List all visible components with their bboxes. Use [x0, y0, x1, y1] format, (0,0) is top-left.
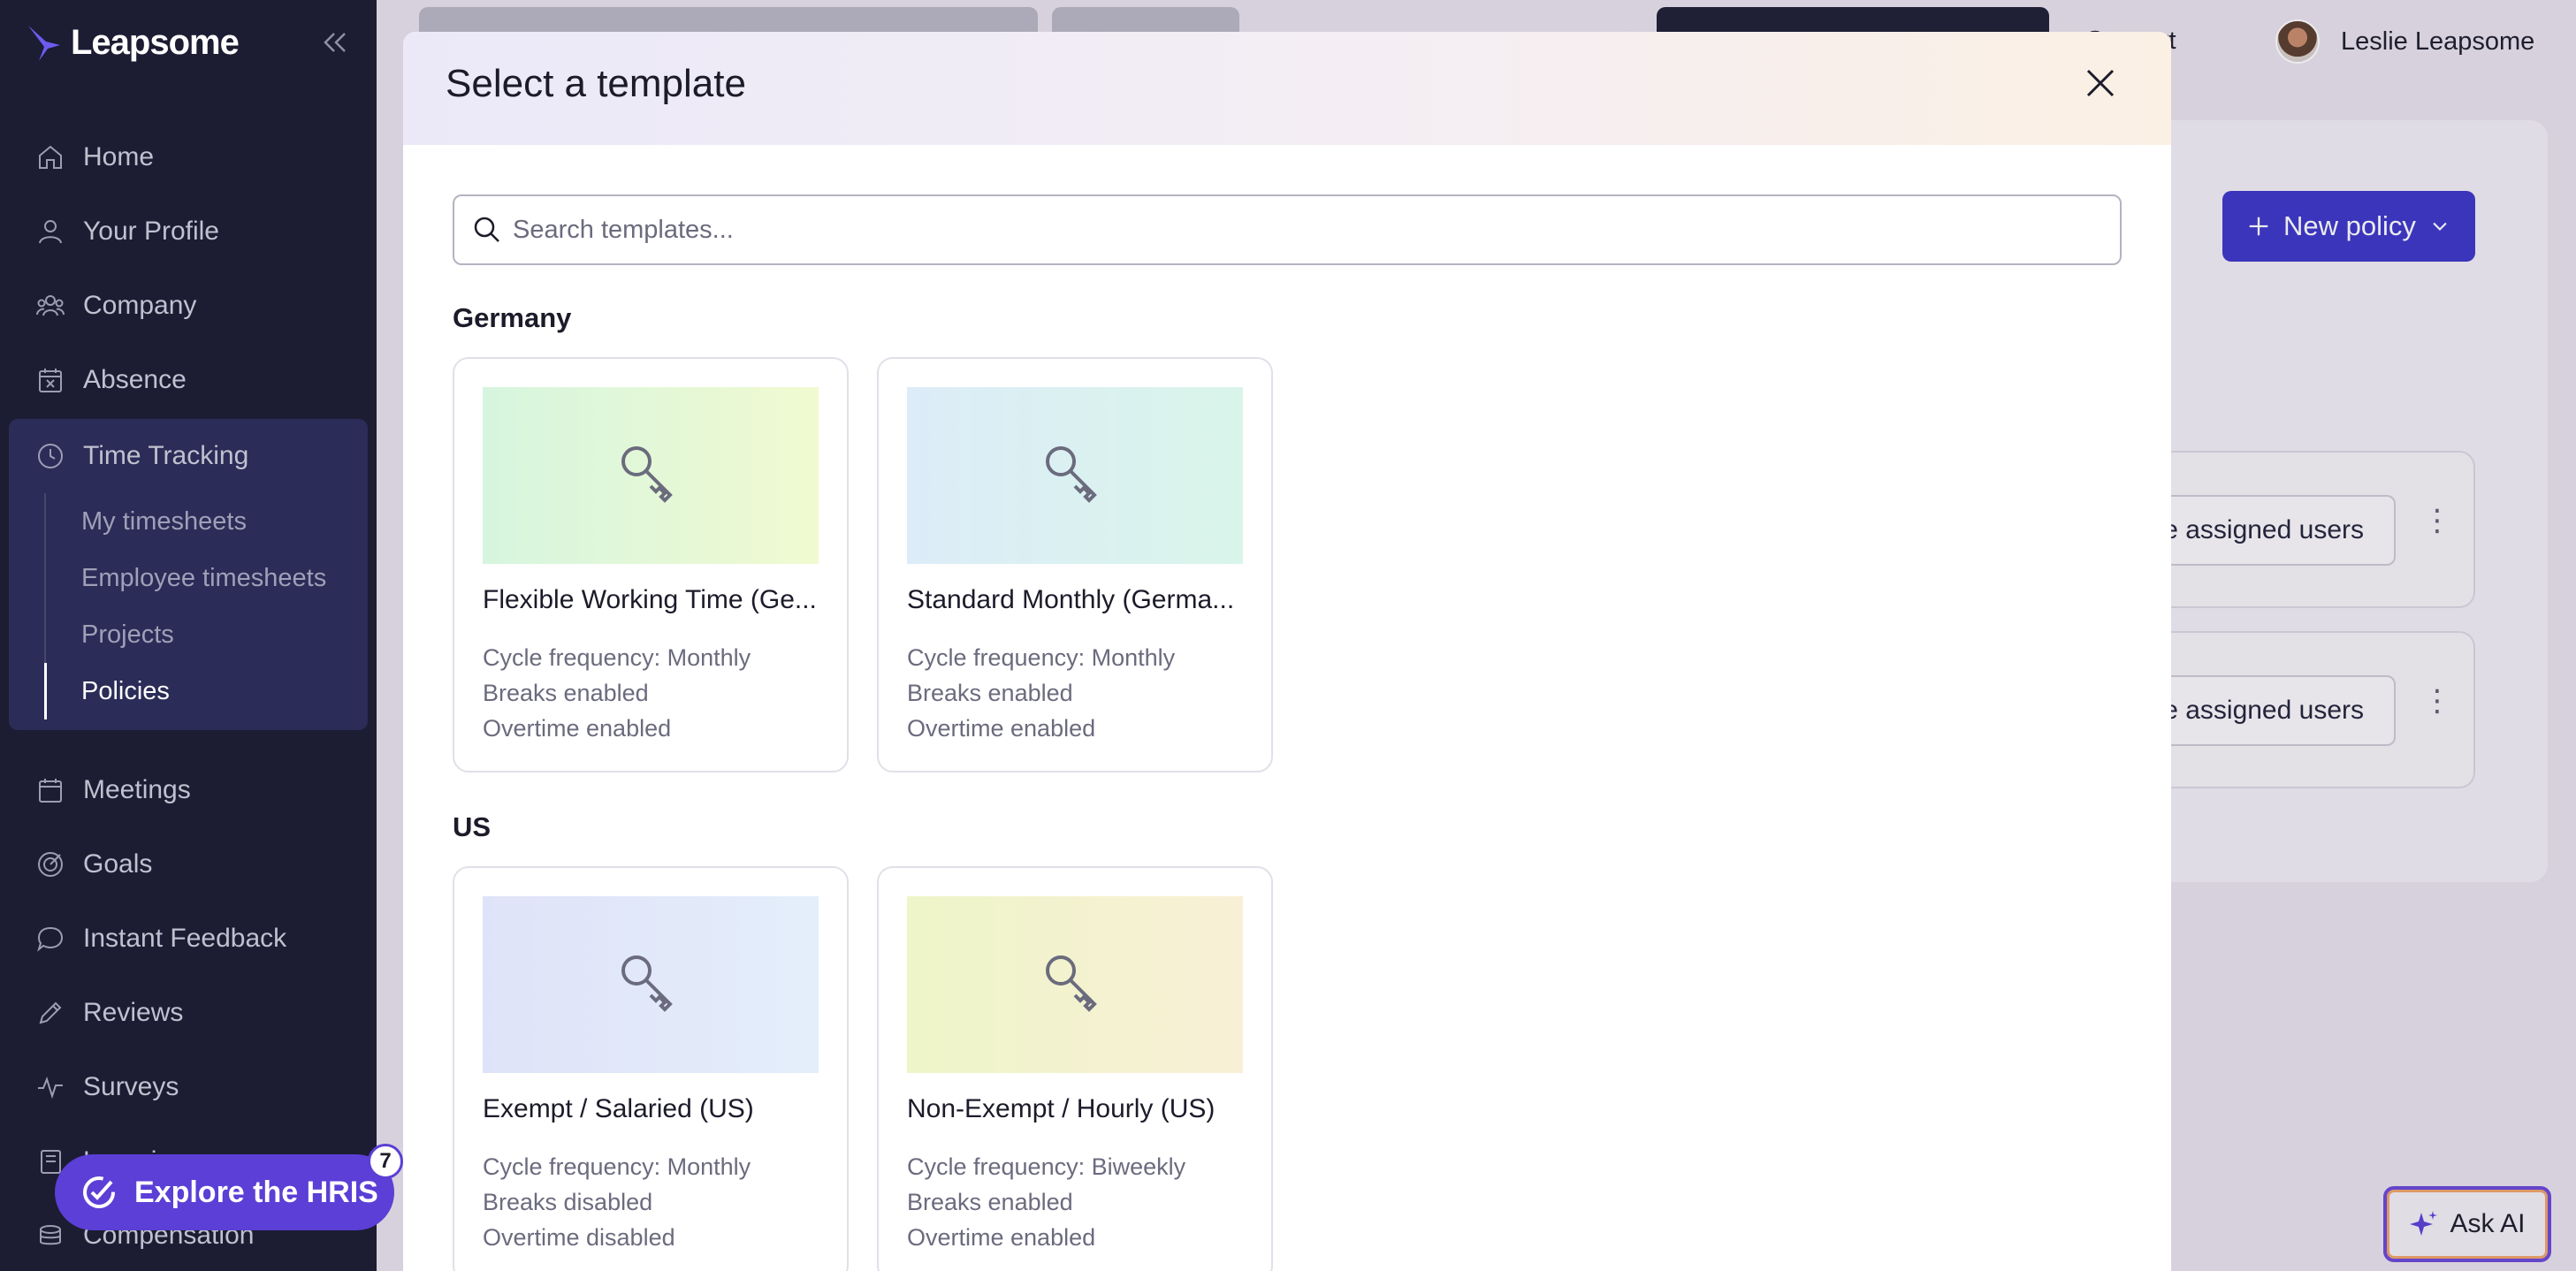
key-icon — [621, 446, 673, 503]
template-cycle: Cycle frequency: Monthly — [907, 644, 1176, 671]
pulse-icon — [38, 1077, 63, 1100]
sidebar-subitem-label: Projects — [81, 620, 174, 649]
leapsome-logo-icon — [28, 25, 60, 61]
template-name: Flexible Working Time (Ge... — [483, 585, 817, 614]
explore-hris-button[interactable]: Explore the HRIS — [55, 1154, 394, 1230]
sidebar-item-label: Company — [83, 291, 197, 320]
sidebar-subitem-label: Policies — [81, 676, 170, 705]
sidebar-item-absence[interactable]: Absence — [0, 343, 377, 417]
sidebar-item-company[interactable]: Company — [0, 269, 377, 343]
sidebar-item-label: Reviews — [83, 998, 184, 1027]
template-overtime: Overtime enabled — [907, 1224, 1096, 1251]
template-details: Cycle frequency: Monthly Breaks enabled … — [483, 640, 751, 746]
template-name: Standard Monthly (Germa... — [907, 585, 1235, 614]
chat-bubble-icon — [37, 926, 64, 952]
key-icon — [621, 955, 673, 1012]
search-input[interactable] — [513, 215, 2104, 245]
sidebar-item-reviews[interactable]: Reviews — [0, 976, 377, 1050]
close-button[interactable] — [2083, 65, 2118, 101]
app-name: Leapsome — [71, 23, 240, 62]
template-thumbnail — [483, 896, 819, 1073]
template-details: Cycle frequency: Monthly Breaks enabled … — [907, 640, 1175, 746]
sidebar-item-surveys[interactable]: Surveys — [0, 1050, 377, 1124]
template-thumbnail — [483, 387, 819, 564]
template-card-standard-monthly[interactable]: Standard Monthly (Germa... Cycle frequen… — [877, 357, 1273, 772]
time-tracking-group: Time Tracking My timesheets Employee tim… — [9, 419, 368, 730]
notification-badge: 7 — [368, 1144, 403, 1179]
calendar-icon — [39, 779, 62, 803]
template-name: Non-Exempt / Hourly (US) — [907, 1094, 1216, 1123]
template-thumbnail — [907, 387, 1243, 564]
sidebar-item-instant-feedback[interactable]: Instant Feedback — [0, 902, 377, 976]
template-name: Exempt / Salaried (US) — [483, 1094, 754, 1123]
section-heading-germany: Germany — [453, 302, 572, 333]
check-badge-icon — [83, 1176, 115, 1208]
close-icon — [2086, 69, 2115, 97]
calendar-x-icon — [39, 369, 62, 392]
sidebar-subitem-my-timesheets[interactable]: My timesheets — [46, 493, 368, 550]
coins-icon — [40, 1225, 61, 1245]
sidebar-item-label: Meetings — [83, 775, 191, 804]
time-tracking-sub-list: My timesheets Employee timesheets Projec… — [44, 493, 368, 719]
template-cycle: Cycle frequency: Monthly — [483, 1153, 751, 1180]
sidebar-item-meetings[interactable]: Meetings — [0, 753, 377, 827]
template-breaks: Breaks enabled — [483, 680, 649, 706]
sidebar-subitem-employee-timesheets[interactable]: Employee timesheets — [46, 550, 368, 606]
key-icon — [1046, 955, 1097, 1012]
sidebar-item-label: Instant Feedback — [83, 924, 287, 953]
sidebar-item-label: Your Profile — [83, 217, 219, 246]
template-details: Cycle frequency: Biweekly Breaks enabled… — [907, 1149, 1185, 1255]
sidebar-nav: Home Your Profile Company Absence Time T… — [0, 120, 377, 1271]
template-card-flexible-working-time[interactable]: Flexible Working Time (Ge... Cycle frequ… — [453, 357, 849, 772]
template-overtime: Overtime enabled — [483, 715, 672, 742]
template-search[interactable] — [453, 194, 2122, 265]
home-icon — [39, 145, 62, 169]
collapse-sidebar-icon[interactable] — [318, 25, 350, 60]
modal-title: Select a template — [446, 62, 746, 105]
template-overtime: Overtime disabled — [483, 1224, 675, 1251]
sidebar-item-label: Absence — [83, 365, 187, 394]
sidebar-item-your-profile[interactable]: Your Profile — [0, 194, 377, 269]
template-overtime: Overtime enabled — [907, 715, 1096, 742]
sidebar-item-label: Time Tracking — [83, 441, 249, 470]
explore-hris-label: Explore the HRIS — [134, 1175, 378, 1209]
sidebar: Leapsome Home Your Profile Company Absen… — [0, 0, 377, 1271]
sidebar-subitem-label: Employee timesheets — [81, 563, 327, 592]
target-icon — [38, 852, 63, 877]
template-details: Cycle frequency: Monthly Breaks disabled… — [483, 1149, 751, 1255]
template-cycle: Cycle frequency: Monthly — [483, 644, 751, 671]
sidebar-subitem-label: My timesheets — [81, 506, 247, 536]
user-icon — [39, 220, 62, 244]
sidebar-item-home[interactable]: Home — [0, 120, 377, 194]
template-cycle: Cycle frequency: Biweekly — [907, 1153, 1186, 1180]
template-card-exempt-salaried[interactable]: Exempt / Salaried (US) Cycle frequency: … — [453, 866, 849, 1271]
template-breaks: Breaks enabled — [907, 1189, 1073, 1215]
people-icon — [36, 295, 65, 316]
pencil-icon — [39, 1001, 62, 1024]
sidebar-item-label: Goals — [83, 849, 153, 879]
sidebar-item-label: Home — [83, 142, 155, 171]
template-thumbnail — [907, 896, 1243, 1073]
search-icon — [474, 217, 499, 242]
sidebar-item-time-tracking[interactable]: Time Tracking — [9, 419, 368, 493]
sidebar-item-goals[interactable]: Goals — [0, 827, 377, 902]
sidebar-item-label: Surveys — [83, 1072, 179, 1101]
clock-icon — [38, 444, 63, 468]
template-card-non-exempt-hourly[interactable]: Non-Exempt / Hourly (US) Cycle frequency… — [877, 866, 1273, 1271]
key-icon — [1046, 446, 1097, 503]
leapsome-logo[interactable]: Leapsome — [27, 23, 240, 63]
select-template-modal: Select a template Germany Flexible Worki… — [403, 32, 2171, 1271]
sidebar-subitem-projects[interactable]: Projects — [46, 606, 368, 663]
template-breaks: Breaks disabled — [483, 1189, 653, 1215]
template-breaks: Breaks enabled — [907, 680, 1073, 706]
section-heading-us: US — [453, 811, 492, 842]
sidebar-subitem-policies[interactable]: Policies — [44, 663, 368, 719]
modal-header: Select a template — [403, 32, 2171, 145]
